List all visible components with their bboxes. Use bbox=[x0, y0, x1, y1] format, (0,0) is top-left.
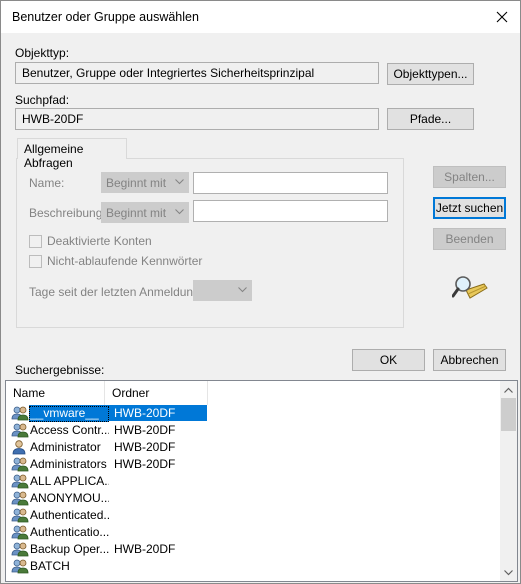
checkbox-box bbox=[29, 254, 42, 268]
chevron-down-icon bbox=[175, 179, 184, 185]
columns-button[interactable]: Spalten... bbox=[433, 166, 506, 188]
name-label: Name: bbox=[29, 176, 65, 190]
search-results-label: Suchergebnisse: bbox=[15, 363, 105, 377]
window-title: Benutzer oder Gruppe auswählen bbox=[12, 10, 199, 24]
result-folder: HWB-20DF bbox=[114, 423, 176, 437]
result-name: Authenticatio... bbox=[30, 525, 109, 539]
list-item[interactable]: Authenticated... bbox=[6, 507, 500, 524]
disabled-accounts-checkbox[interactable]: Deaktivierte Konten bbox=[29, 234, 152, 248]
result-name: ANONYMOU... bbox=[30, 491, 109, 505]
non-expiring-passwords-label: Nicht-ablaufende Kennwörter bbox=[47, 254, 203, 268]
search-results-list[interactable]: Name Ordner __vmware__ HWB-20DF Access Con… bbox=[5, 380, 518, 582]
group-icon bbox=[11, 405, 29, 421]
cancel-button[interactable]: Abbrechen bbox=[433, 349, 506, 371]
search-path-field: HWB-20DF bbox=[15, 108, 379, 130]
days-since-login-select[interactable] bbox=[193, 280, 252, 301]
object-type-field: Benutzer, Gruppe oder Integriertes Siche… bbox=[15, 62, 379, 84]
result-name: Administrators bbox=[30, 457, 107, 471]
column-header-name[interactable]: Name bbox=[6, 381, 105, 405]
scroll-down-button[interactable] bbox=[500, 564, 517, 581]
result-name: Backup Oper... bbox=[30, 542, 109, 556]
list-item[interactable]: ALL APPLICA... bbox=[6, 473, 500, 490]
group-icon bbox=[11, 507, 29, 523]
results-rows: __vmware__ HWB-20DF Access Contr... HWB-20D… bbox=[6, 405, 500, 575]
result-folder: HWB-20DF bbox=[114, 440, 176, 454]
list-item[interactable]: Administrators HWB-20DF bbox=[6, 456, 500, 473]
list-item[interactable]: Administrator HWB-20DF bbox=[6, 439, 500, 456]
group-icon bbox=[11, 541, 29, 557]
group-icon bbox=[11, 558, 29, 574]
object-types-button[interactable]: Objekttypen... bbox=[387, 63, 474, 85]
name-mode-value: Beginnt mit bbox=[106, 176, 167, 190]
search-magnifier-icon bbox=[452, 276, 488, 299]
name-input[interactable] bbox=[193, 172, 388, 194]
result-name: ALL APPLICA... bbox=[30, 474, 109, 488]
column-header-folder[interactable]: Ordner bbox=[105, 381, 208, 405]
result-folder: HWB-20DF bbox=[114, 542, 176, 556]
scroll-up-button[interactable] bbox=[500, 381, 517, 398]
checkbox-box bbox=[29, 234, 42, 248]
paths-button[interactable]: Pfade... bbox=[387, 108, 474, 130]
result-folder: HWB-20DF bbox=[113, 406, 176, 421]
scrollbar-thumb[interactable] bbox=[501, 398, 516, 431]
list-item[interactable]: __vmware__ HWB-20DF bbox=[6, 405, 500, 422]
stop-button[interactable]: Beenden bbox=[433, 228, 506, 250]
user-icon bbox=[11, 439, 29, 455]
group-icon bbox=[11, 456, 29, 472]
result-name: Access Contr... bbox=[30, 423, 109, 437]
list-item[interactable]: Access Contr... HWB-20DF bbox=[6, 422, 500, 439]
search-path-label: Suchpfad: bbox=[15, 93, 70, 107]
result-name: Administrator bbox=[30, 440, 101, 454]
title-bar: Benutzer oder Gruppe auswählen bbox=[1, 1, 520, 33]
list-item[interactable]: Backup Oper... HWB-20DF bbox=[6, 541, 500, 558]
non-expiring-passwords-checkbox[interactable]: Nicht-ablaufende Kennwörter bbox=[29, 254, 202, 268]
list-item[interactable]: Authenticatio... bbox=[6, 524, 500, 541]
group-icon bbox=[11, 473, 29, 489]
result-name: BATCH bbox=[30, 559, 70, 573]
list-item[interactable]: BATCH bbox=[6, 558, 500, 575]
disabled-accounts-label: Deaktivierte Konten bbox=[47, 234, 152, 248]
ok-button[interactable]: OK bbox=[352, 349, 425, 371]
group-icon bbox=[11, 490, 29, 506]
description-input[interactable] bbox=[193, 200, 388, 222]
days-since-login-label: Tage seit der letzten Anmeldung: bbox=[29, 285, 204, 299]
list-item[interactable]: ANONYMOU... bbox=[6, 490, 500, 507]
description-label: Beschreibung: bbox=[29, 206, 106, 220]
vertical-scrollbar[interactable] bbox=[500, 381, 517, 581]
chevron-up-icon bbox=[504, 387, 513, 393]
result-name: __vmware__ bbox=[29, 406, 109, 422]
search-now-button[interactable]: Jetzt suchen bbox=[433, 197, 506, 219]
description-mode-value: Beginnt mit bbox=[106, 206, 167, 220]
group-icon bbox=[11, 524, 29, 540]
chevron-down-icon bbox=[175, 209, 184, 215]
result-folder: HWB-20DF bbox=[114, 457, 176, 471]
result-name: Authenticated... bbox=[30, 508, 109, 522]
group-icon bbox=[11, 422, 29, 438]
name-mode-select[interactable]: Beginnt mit bbox=[101, 172, 189, 193]
tab-common-queries[interactable]: Allgemeine Abfragen bbox=[17, 138, 127, 170]
object-type-label: Objekttyp: bbox=[15, 46, 70, 60]
close-icon bbox=[496, 11, 507, 23]
chevron-down-icon bbox=[504, 569, 513, 575]
select-user-or-group-dialog: Benutzer oder Gruppe auswählen Objekttyp… bbox=[0, 0, 521, 584]
description-mode-select[interactable]: Beginnt mit bbox=[101, 202, 189, 223]
chevron-down-icon bbox=[238, 287, 247, 293]
close-button[interactable] bbox=[483, 1, 520, 33]
